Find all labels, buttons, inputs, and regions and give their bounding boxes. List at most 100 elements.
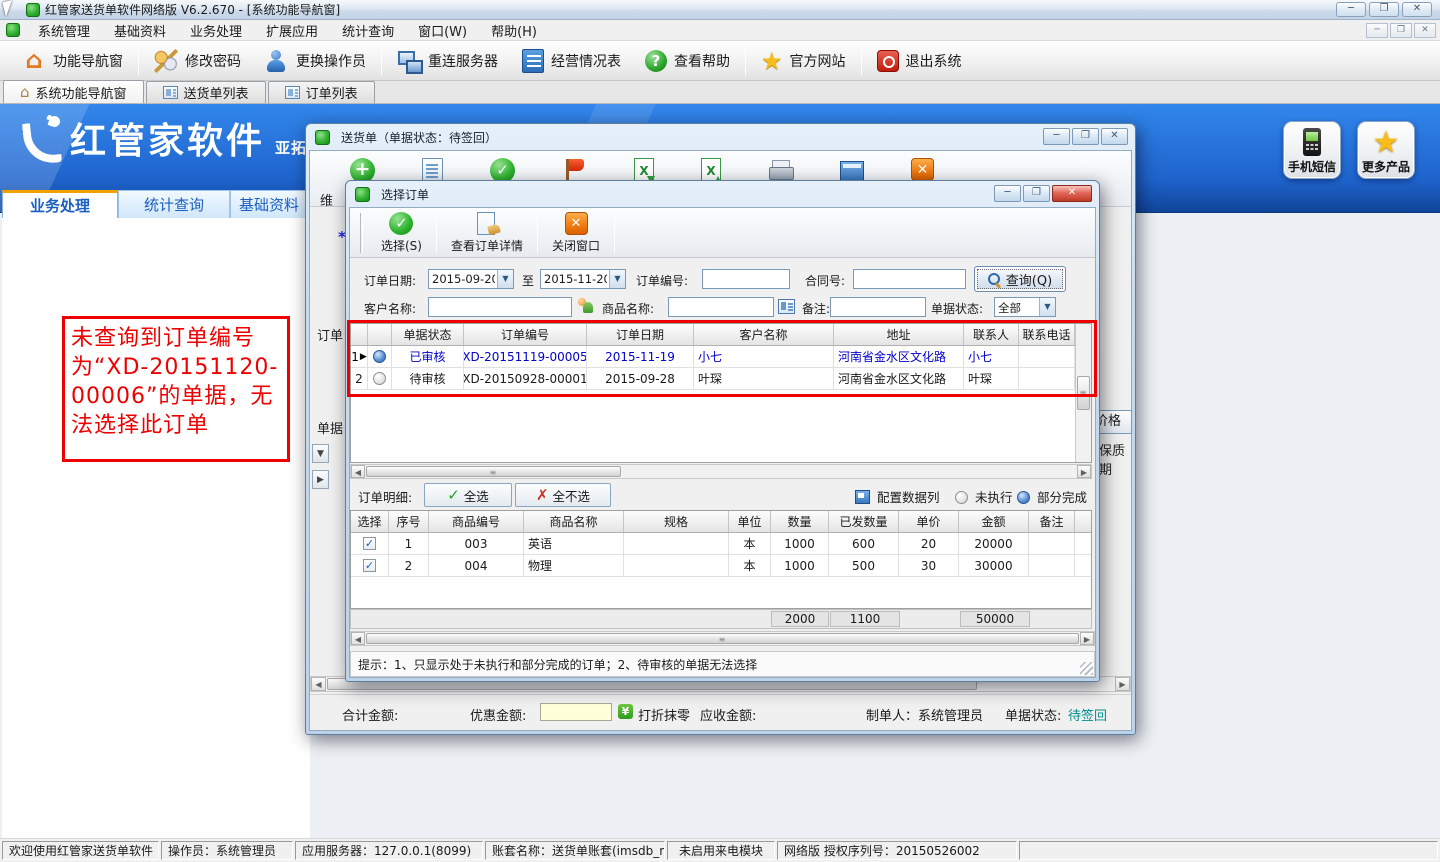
- official-site-button[interactable]: ★ 官方网站: [749, 47, 858, 75]
- restore-button[interactable]: ❐: [1023, 185, 1050, 202]
- menu-extend[interactable]: 扩展应用: [254, 19, 330, 42]
- col-amount[interactable]: 金额: [959, 511, 1029, 532]
- view-help-button[interactable]: ? 查看帮助: [633, 47, 742, 75]
- col-phone[interactable]: 联系电话: [1019, 324, 1075, 345]
- discount-amount-label: 优惠金额:: [470, 705, 526, 724]
- status-combo[interactable]: 全部 ▼: [994, 297, 1056, 317]
- customer-picker-icon[interactable]: [577, 297, 594, 314]
- minimize-button[interactable]: ─: [994, 185, 1021, 202]
- order-no-input[interactable]: [702, 269, 790, 289]
- menu-system[interactable]: 系统管理: [26, 19, 102, 42]
- sms-button[interactable]: 手机短信: [1283, 121, 1341, 179]
- chevron-down-icon[interactable]: ▼: [497, 270, 513, 288]
- close-button[interactable]: ✕: [1402, 2, 1432, 17]
- close-button[interactable]: ✕: [1052, 185, 1092, 202]
- switch-operator-button[interactable]: 更换操作员: [253, 46, 378, 76]
- mdi-restore-button[interactable]: ❐: [1390, 23, 1412, 38]
- restore-button[interactable]: ❐: [1369, 2, 1399, 17]
- business-report-button[interactable]: 经营情况表: [510, 46, 633, 76]
- col-order-date[interactable]: 订单日期: [587, 324, 694, 345]
- row-marker-button[interactable]: ▶: [312, 470, 329, 489]
- query-button[interactable]: 查询(Q): [974, 266, 1066, 292]
- menu-window[interactable]: 窗口(W): [406, 19, 479, 42]
- detail-row[interactable]: ✓ 1 003 英语 本 1000 600 20 20000: [351, 533, 1091, 555]
- col-product-code[interactable]: 商品编号: [429, 511, 524, 532]
- col-contact[interactable]: 联系人: [964, 324, 1019, 345]
- app-icon: [355, 187, 370, 202]
- col-shipped[interactable]: 已发数量: [829, 511, 899, 532]
- date-to-combo[interactable]: 2015-11-20 ▼: [540, 269, 626, 289]
- reconnect-server-button[interactable]: 重连服务器: [385, 46, 510, 76]
- chevron-down-icon[interactable]: ▼: [609, 270, 625, 288]
- col-address[interactable]: 地址: [834, 324, 964, 345]
- close-button[interactable]: ✕: [1101, 128, 1128, 145]
- scroll-left-arrow[interactable]: ◀: [351, 632, 365, 645]
- detail-row[interactable]: ✓ 2 004 物理 本 1000 500 30 30000: [351, 555, 1091, 577]
- chevron-down-icon[interactable]: ▼: [1039, 298, 1055, 316]
- select-all-button[interactable]: ✓ 全选: [424, 483, 512, 507]
- discount-input[interactable]: [540, 703, 612, 721]
- restore-button[interactable]: ❐: [1072, 128, 1099, 145]
- orders-vscrollbar[interactable]: ≡: [1075, 324, 1091, 462]
- col-seq[interactable]: 序号: [389, 511, 429, 532]
- scroll-thumb[interactable]: ≡: [366, 466, 621, 477]
- tab-nav-window[interactable]: ⌂ 系统功能导航窗: [3, 80, 144, 103]
- col-qty[interactable]: 数量: [771, 511, 829, 532]
- menu-business[interactable]: 业务处理: [178, 19, 254, 42]
- scroll-thumb[interactable]: ≡: [366, 633, 1079, 644]
- exit-system-button[interactable]: 退出系统: [865, 47, 974, 75]
- contract-input[interactable]: [853, 269, 966, 289]
- close-window-button[interactable]: ✕ 关闭窗口: [540, 210, 612, 256]
- col-order-no[interactable]: 订单编号: [464, 324, 587, 345]
- col-customer[interactable]: 客户名称: [694, 324, 834, 345]
- remark-input[interactable]: [830, 297, 926, 317]
- dropdown-button[interactable]: ▼: [312, 444, 329, 463]
- mdi-minimize-button[interactable]: ─: [1366, 23, 1388, 38]
- product-input[interactable]: [668, 297, 774, 317]
- select-none-button[interactable]: ✗ 全不选: [515, 483, 611, 507]
- resize-grip[interactable]: [1080, 662, 1093, 675]
- col-product-name[interactable]: 商品名称: [524, 511, 624, 532]
- minimize-button[interactable]: ─: [1336, 2, 1366, 17]
- nav-window-button[interactable]: ⌂ 功能导航窗: [10, 46, 135, 76]
- scroll-right-arrow[interactable]: ▶: [1115, 677, 1130, 691]
- scroll-right-arrow[interactable]: ▶: [1080, 632, 1094, 645]
- order-row[interactable]: 1▶ 已审核 XD-20151119-00005 2015-11-19 小七 河…: [351, 346, 1091, 368]
- date-from-combo[interactable]: 2015-09-20 ▼: [428, 269, 514, 289]
- tab-business-process[interactable]: 业务处理: [2, 190, 118, 218]
- col-select[interactable]: 选择: [351, 511, 389, 532]
- preview-icon[interactable]: [840, 161, 864, 181]
- tab-order-list[interactable]: 订单列表: [268, 81, 375, 103]
- tab-delivery-list[interactable]: 送货单列表: [146, 81, 266, 103]
- col-remark[interactable]: 备注: [1029, 511, 1075, 532]
- checkbox-checked[interactable]: ✓: [363, 537, 376, 550]
- detail-hscrollbar[interactable]: ◀ ▶ ≡: [350, 631, 1095, 646]
- tab-base-data[interactable]: 基础资料: [230, 190, 308, 218]
- scroll-thumb[interactable]: ≡: [1077, 376, 1090, 410]
- close-icon[interactable]: ✕: [911, 158, 934, 181]
- mdi-close-button[interactable]: ✕: [1414, 23, 1436, 38]
- col-spec[interactable]: 规格: [624, 511, 729, 532]
- menu-basedata[interactable]: 基础资料: [102, 19, 178, 42]
- minimize-button[interactable]: ─: [1043, 128, 1070, 145]
- change-password-button[interactable]: 修改密码: [142, 46, 253, 76]
- product-picker-icon[interactable]: [778, 299, 795, 314]
- col-status[interactable]: 单据状态: [392, 324, 464, 345]
- col-price[interactable]: 单价: [899, 511, 959, 532]
- rebate-label[interactable]: 打折抹零: [638, 705, 690, 724]
- menu-stats[interactable]: 统计查询: [330, 19, 406, 42]
- view-order-detail-button[interactable]: 查看订单详情: [439, 210, 535, 256]
- orders-hscrollbar[interactable]: ◀ ▶ ≡: [350, 464, 1092, 479]
- scroll-right-arrow[interactable]: ▶: [1077, 465, 1091, 478]
- order-row[interactable]: 2 待审核 XD-20150928-00001 2015-09-28 叶琛 河南…: [351, 368, 1091, 390]
- select-button[interactable]: ✓ 选择(S): [369, 210, 434, 256]
- scroll-left-arrow[interactable]: ◀: [351, 465, 365, 478]
- scroll-left-arrow[interactable]: ◀: [311, 677, 326, 691]
- customer-input[interactable]: [428, 297, 572, 317]
- checkbox-checked[interactable]: ✓: [363, 559, 376, 572]
- col-unit[interactable]: 单位: [729, 511, 771, 532]
- tab-statistics-query[interactable]: 统计查询: [118, 190, 230, 218]
- configure-columns-button[interactable]: 配置数据列: [855, 487, 940, 506]
- menu-help[interactable]: 帮助(H): [479, 19, 549, 42]
- more-products-button[interactable]: ★ 更多产品: [1357, 121, 1415, 179]
